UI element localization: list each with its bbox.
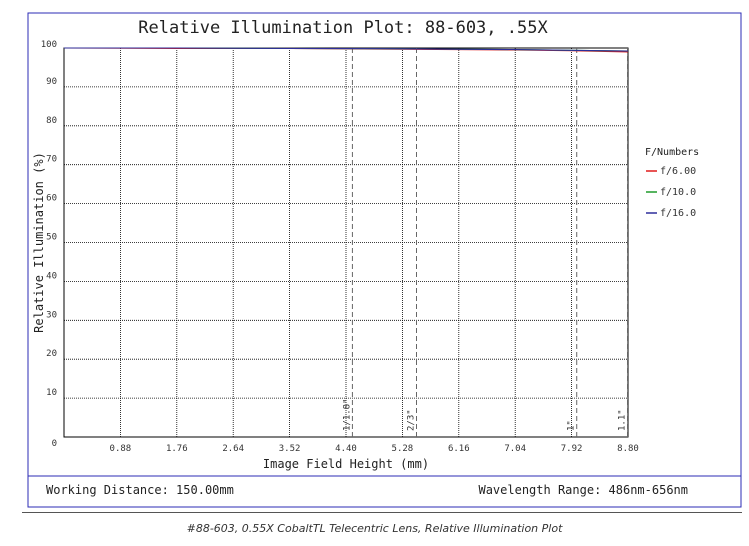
x-tick-label: 6.16 xyxy=(448,444,470,454)
working-distance-text: Working Distance: 150.00mm xyxy=(46,483,234,497)
x-tick-label: 8.80 xyxy=(617,444,639,454)
legend-title: F/Numbers xyxy=(645,147,699,158)
legend: F/Numbers f/6.00 f/10.0 f/16.0 xyxy=(645,147,699,219)
x-tick-label: 2.64 xyxy=(222,444,244,454)
y-tick-label: 100 xyxy=(41,40,57,50)
caption-divider xyxy=(22,512,742,513)
y-axis-label: Relative Illumination (%) xyxy=(32,152,46,333)
x-axis-label: Image Field Height (mm) xyxy=(263,457,429,471)
legend-entry-label: f/16.0 xyxy=(660,208,696,219)
figure-caption: #88-603, 0.55X CobaltTL Telecentric Lens… xyxy=(186,522,563,535)
y-tick-label: 80 xyxy=(46,116,57,126)
chart-title: Relative Illumination Plot: 88-603, .55X xyxy=(138,18,548,38)
sensor-marker-label: 2/3" xyxy=(407,409,417,431)
x-tick-label: 5.28 xyxy=(392,444,414,454)
x-tick-label: 7.92 xyxy=(561,444,583,454)
x-tick-labels: 0.88 1.76 2.64 3.52 4.40 5.28 6.16 7.04 7.92 8.80 xyxy=(110,444,639,454)
y-tick-label: 30 xyxy=(46,310,57,320)
grid-lines xyxy=(64,48,628,437)
x-tick-label: 0.88 xyxy=(110,444,132,454)
wavelength-range-text: Wavelength Range: 486nm-656nm xyxy=(478,483,688,497)
y-tick-label: 0 xyxy=(52,439,57,449)
y-tick-label: 20 xyxy=(46,349,57,359)
data-series xyxy=(63,47,629,53)
sensor-marker-label: 1" xyxy=(567,420,577,431)
relative-illumination-chart: Relative Illumination Plot: 88-603, .55X… xyxy=(27,12,742,508)
sensor-marker-label: 1/1.8" xyxy=(342,398,352,431)
x-tick-label: 4.40 xyxy=(335,444,357,454)
x-tick-label: 7.04 xyxy=(504,444,526,454)
y-tick-label: 60 xyxy=(46,194,57,204)
legend-entry-label: f/6.00 xyxy=(660,166,696,177)
x-tick-label: 1.76 xyxy=(166,444,188,454)
y-tick-label: 70 xyxy=(46,155,57,165)
legend-entry-label: f/10.0 xyxy=(660,187,696,198)
y-tick-label: 10 xyxy=(46,388,57,398)
y-tick-label: 40 xyxy=(46,271,57,281)
y-tick-label: 50 xyxy=(46,233,57,243)
sensor-marker-label: 1.1" xyxy=(618,409,628,431)
y-tick-label: 90 xyxy=(46,77,57,87)
x-tick-label: 3.52 xyxy=(279,444,301,454)
